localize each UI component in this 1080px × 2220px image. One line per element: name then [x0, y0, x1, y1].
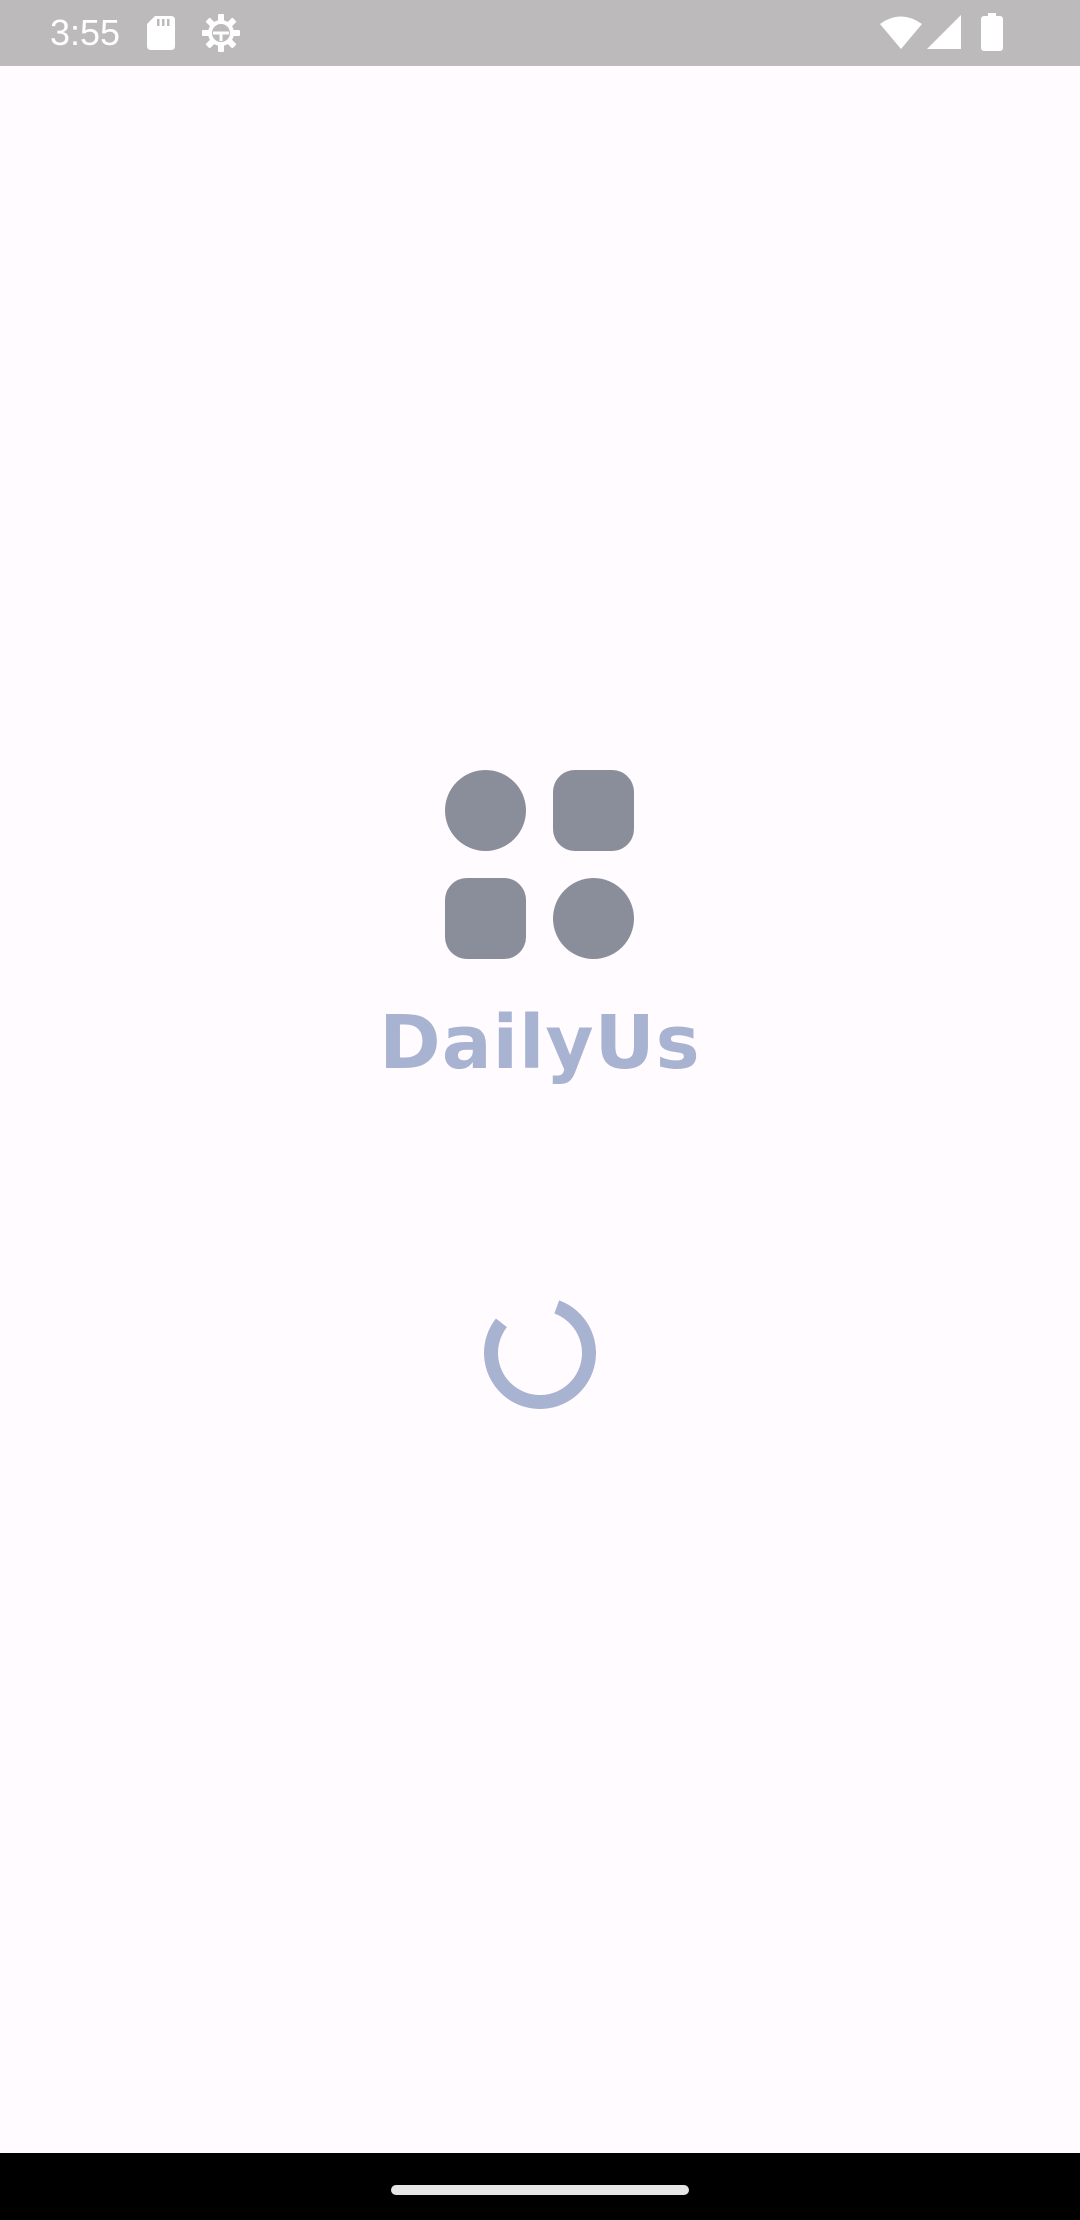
- splash-screen: DailyUs: [0, 66, 1080, 2153]
- system-navigation-bar: [0, 2153, 1080, 2220]
- logo-square-top-right: [553, 770, 634, 851]
- sd-card-icon: [147, 16, 175, 50]
- settings-gear-icon: [202, 14, 240, 52]
- gesture-home-handle[interactable]: [391, 2185, 689, 2195]
- app-name: DailyUs: [379, 1000, 701, 1086]
- status-bar: 3:55: [0, 0, 1080, 66]
- wifi-icon: [880, 16, 922, 49]
- cell-signal-icon: [927, 15, 961, 49]
- logo-square-bottom-left: [445, 878, 526, 959]
- circular-progress-icon: [484, 1297, 596, 1409]
- logo-circle-bottom-right: [553, 878, 634, 959]
- logo-circle-top-left: [445, 770, 526, 851]
- four-shapes-grid-icon: [445, 770, 635, 960]
- status-time: 3:55: [50, 12, 121, 53]
- battery-icon: [981, 13, 1003, 51]
